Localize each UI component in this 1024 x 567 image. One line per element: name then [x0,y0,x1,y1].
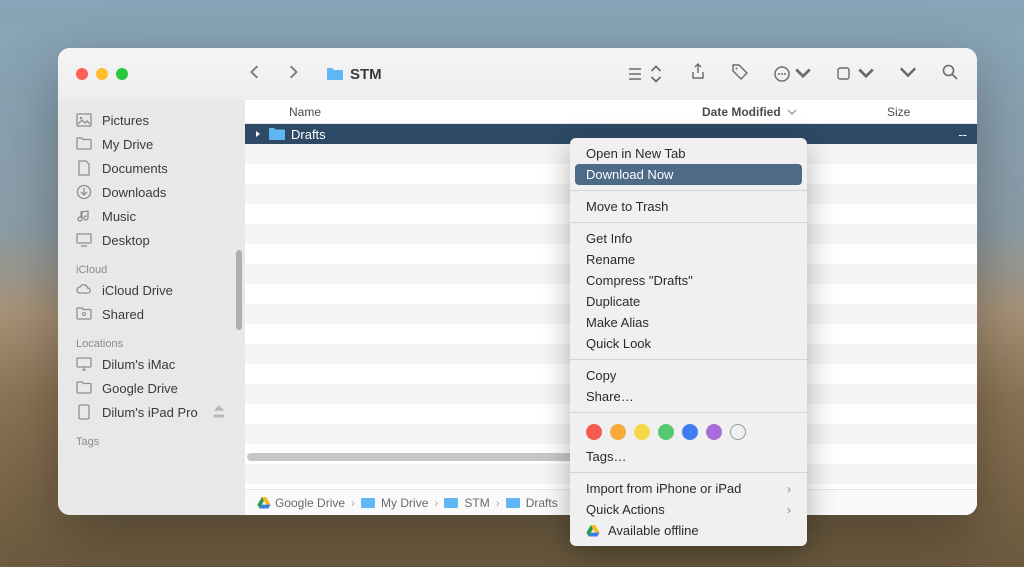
menu-item-rename[interactable]: Rename [570,249,807,270]
menu-item-share-[interactable]: Share… [570,386,807,407]
menu-item-move-to-trash[interactable]: Move to Trash [570,196,807,217]
close-button[interactable] [76,68,88,80]
sidebar-item-icloud-drive[interactable]: iCloud Drive [58,278,245,302]
maximize-button[interactable] [116,68,128,80]
path-item[interactable]: STM [444,496,489,510]
path-item[interactable]: Google Drive [257,496,345,510]
traffic-lights [76,68,128,80]
context-menu: Open in New TabDownload Now Move to Trash… [570,138,807,546]
disclosure-triangle[interactable] [251,130,265,138]
sidebar-item-downloads[interactable]: Downloads [58,180,245,204]
tag-color[interactable] [586,424,602,440]
dropdown-button[interactable] [899,63,917,86]
sidebar-item-desktop[interactable]: Desktop [58,228,245,252]
menu-item-open-in-new-tab[interactable]: Open in New Tab [570,143,807,164]
sidebar-item-pictures[interactable]: Pictures [58,108,245,132]
tag-color[interactable] [706,424,722,440]
folder-icon [326,67,344,81]
column-name[interactable]: Name [245,105,702,119]
menu-item-available-offline[interactable]: Available offline [570,520,807,541]
sidebar-item-google-drive[interactable]: Google Drive [58,376,245,400]
sidebar-item-label: Pictures [102,113,149,128]
sidebar-item-label: iCloud Drive [102,283,173,298]
tags-button[interactable] [731,63,749,86]
menu-item-import-from-iphone-or-ipad[interactable]: Import from iPhone or iPad› [570,478,807,499]
menu-item-duplicate[interactable]: Duplicate [570,291,807,312]
sidebar-item-dilum-s-ipad-pro[interactable]: Dilum's iPad Pro [58,400,245,424]
sidebar-item-shared[interactable]: Shared [58,302,245,326]
sidebar-item-dilum-s-imac[interactable]: Dilum's iMac [58,352,245,376]
sidebar-item-label: My Drive [102,137,153,152]
finder-window: STM Pictures My Drive Documents Downloads Mu… [58,48,977,515]
sidebar-item-label: Music [102,209,136,224]
window-title: STM [326,66,382,83]
folder-icon [361,498,375,508]
folder-icon [269,128,285,140]
column-date[interactable]: Date Modified [702,105,887,119]
sidebar-item-label: Desktop [102,233,150,248]
tag-color-row [570,418,807,446]
search-button[interactable] [941,63,959,86]
sidebar-item-my-drive[interactable]: My Drive [58,132,245,156]
group-button[interactable] [836,65,875,83]
column-size[interactable]: Size [887,105,977,119]
path-item[interactable]: My Drive [361,496,428,510]
folder-icon [506,498,520,508]
back-button[interactable] [248,65,262,84]
tag-color[interactable] [658,424,674,440]
titlebar: STM [58,48,977,100]
sidebar-item-label: Shared [102,307,144,322]
sidebar-item-label: Dilum's iMac [102,357,175,372]
sidebar-item-label: Documents [102,161,168,176]
menu-item-tags[interactable]: Tags… [570,446,807,467]
sidebar: Pictures My Drive Documents Downloads Music D… [58,100,245,515]
sidebar-header: Tags [58,424,245,450]
tag-color[interactable] [682,424,698,440]
sidebar-scrollbar[interactable] [236,250,242,330]
sidebar-header: Locations [58,326,245,352]
menu-item-compress-drafts-[interactable]: Compress "Drafts" [570,270,807,291]
sidebar-item-music[interactable]: Music [58,204,245,228]
tag-color-none[interactable] [730,424,746,440]
chevron-right-icon: › [787,482,791,496]
tag-color[interactable] [634,424,650,440]
sidebar-item-label: Downloads [102,185,166,200]
menu-item-get-info[interactable]: Get Info [570,228,807,249]
minimize-button[interactable] [96,68,108,80]
sidebar-item-label: Dilum's iPad Pro [102,405,198,420]
share-button[interactable] [689,63,707,86]
path-item[interactable]: Drafts [506,496,558,510]
menu-item-quick-actions[interactable]: Quick Actions› [570,499,807,520]
tag-color[interactable] [610,424,626,440]
menu-item-quick-look[interactable]: Quick Look [570,333,807,354]
folder-icon [444,498,458,508]
menu-item-download-now[interactable]: Download Now [575,164,802,185]
sidebar-header: iCloud [58,252,245,278]
actions-button[interactable] [773,65,812,83]
column-headers: Name Date Modified Size [245,100,977,124]
sidebar-item-documents[interactable]: Documents [58,156,245,180]
menu-item-make-alias[interactable]: Make Alias [570,312,807,333]
sidebar-item-label: Google Drive [102,381,178,396]
forward-button[interactable] [286,65,300,84]
view-options-button[interactable] [626,65,665,83]
chevron-right-icon: › [787,503,791,517]
menu-item-copy[interactable]: Copy [570,365,807,386]
horizontal-scrollbar[interactable] [247,453,577,461]
